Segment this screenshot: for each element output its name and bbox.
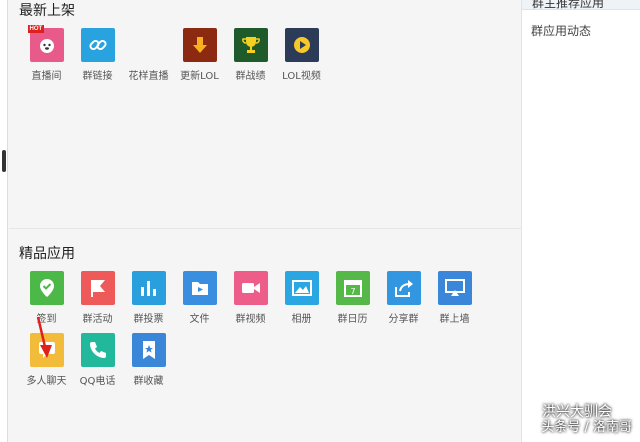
group-app-activity-link[interactable]: 群应用动态 xyxy=(531,22,591,39)
screen-icon[interactable] xyxy=(437,271,472,305)
app-label: LOL视频 xyxy=(282,71,321,82)
link-icon[interactable] xyxy=(80,28,115,62)
blank-icon[interactable] xyxy=(131,28,166,62)
app-label: 群活动 xyxy=(82,314,113,325)
app-label: QQ电话 xyxy=(79,376,116,387)
app-label: 群链接 xyxy=(82,71,113,82)
featured-app-11[interactable]: 群收藏 xyxy=(123,333,174,395)
annotation-arrow xyxy=(36,316,52,358)
app-label: 群投票 xyxy=(133,314,164,325)
section-divider xyxy=(9,228,521,229)
newest-app-3[interactable]: 更新LOL xyxy=(174,28,225,90)
app-label: 相册 xyxy=(291,314,312,325)
featured-apps-grid: 签到群活动群投票文件群视频相册7群日历分享群群上墙+多人聊天QQ电话群收藏 xyxy=(21,271,501,395)
flag-icon[interactable] xyxy=(80,271,115,305)
bookmark-icon[interactable] xyxy=(131,333,166,367)
app-label: 更新LOL xyxy=(180,71,219,82)
featured-app-8[interactable]: 群上墙 xyxy=(429,271,480,333)
featured-app-7[interactable]: 分享群 xyxy=(378,271,429,333)
recommended-apps-title: 群主推荐应用 xyxy=(532,0,605,10)
featured-app-3[interactable]: 文件 xyxy=(174,271,225,333)
app-label: 文件 xyxy=(189,314,210,325)
phone-icon[interactable] xyxy=(80,333,115,367)
app-label: 群日历 xyxy=(337,314,368,325)
app-label: 分享群 xyxy=(388,314,419,325)
newest-app-2[interactable]: 花样直播 xyxy=(123,28,174,90)
live-room-icon[interactable]: HOT xyxy=(27,25,64,62)
newest-app-4[interactable]: 群战绩 xyxy=(225,28,276,90)
newest-app-1[interactable]: 群链接 xyxy=(72,28,123,90)
recommended-apps-header[interactable]: 群主推荐应用 xyxy=(522,0,640,10)
newest-apps-grid: HOT 直播间 群链接 花样直播 更新LOL 群战绩 LOL视频 xyxy=(21,25,501,90)
video-camera-icon[interactable] xyxy=(233,271,268,305)
folder-icon[interactable] xyxy=(182,271,217,305)
right-panel: 群主推荐应用 群应用动态 xyxy=(521,0,640,442)
app-label: 群上墙 xyxy=(439,314,470,325)
checkin-icon[interactable] xyxy=(29,271,64,305)
app-label: 直播间 xyxy=(31,71,62,82)
picture-icon[interactable] xyxy=(284,271,319,305)
watermark: 洪兴大驯会 头条号 / 洛南哥 xyxy=(541,404,632,436)
featured-app-5[interactable]: 相册 xyxy=(276,271,327,333)
section-title-featured: 精品应用 xyxy=(19,246,75,262)
calendar-icon[interactable]: 7 xyxy=(335,271,370,305)
app-label: 群收藏 xyxy=(133,376,164,387)
newest-app-5[interactable]: LOL视频 xyxy=(276,28,327,90)
featured-app-1[interactable]: 群活动 xyxy=(72,271,123,333)
featured-app-10[interactable]: QQ电话 xyxy=(72,333,123,395)
download-icon[interactable] xyxy=(182,28,217,62)
trophy-icon[interactable] xyxy=(233,28,268,62)
watermark-line2: 头条号 / 洛南哥 xyxy=(541,420,632,435)
featured-app-6[interactable]: 7 群日历 xyxy=(327,271,378,333)
left-edge-bar xyxy=(0,0,8,442)
app-center-main: 最新上架 HOT 直播间 群链接 花样直播 更新LOL 群战绩 LOL视频 精品应用 签到群… xyxy=(9,0,521,442)
hot-badge: HOT xyxy=(27,25,45,33)
play-icon[interactable] xyxy=(284,28,319,62)
share-icon[interactable] xyxy=(386,271,421,305)
featured-app-2[interactable]: 群投票 xyxy=(123,271,174,333)
featured-app-4[interactable]: 群视频 xyxy=(225,271,276,333)
bar-chart-icon[interactable] xyxy=(131,271,166,305)
app-label: 花样直播 xyxy=(128,71,169,82)
watermark-line1: 洪兴大驯会 xyxy=(542,404,612,420)
newest-app-0[interactable]: HOT 直播间 xyxy=(21,25,72,90)
app-label: 多人聊天 xyxy=(26,376,67,387)
section-title-newest: 最新上架 xyxy=(19,3,75,19)
resize-handle[interactable] xyxy=(2,150,6,172)
svg-text:7: 7 xyxy=(350,287,355,296)
app-label: 群战绩 xyxy=(235,71,266,82)
app-label: 群视频 xyxy=(235,314,266,325)
